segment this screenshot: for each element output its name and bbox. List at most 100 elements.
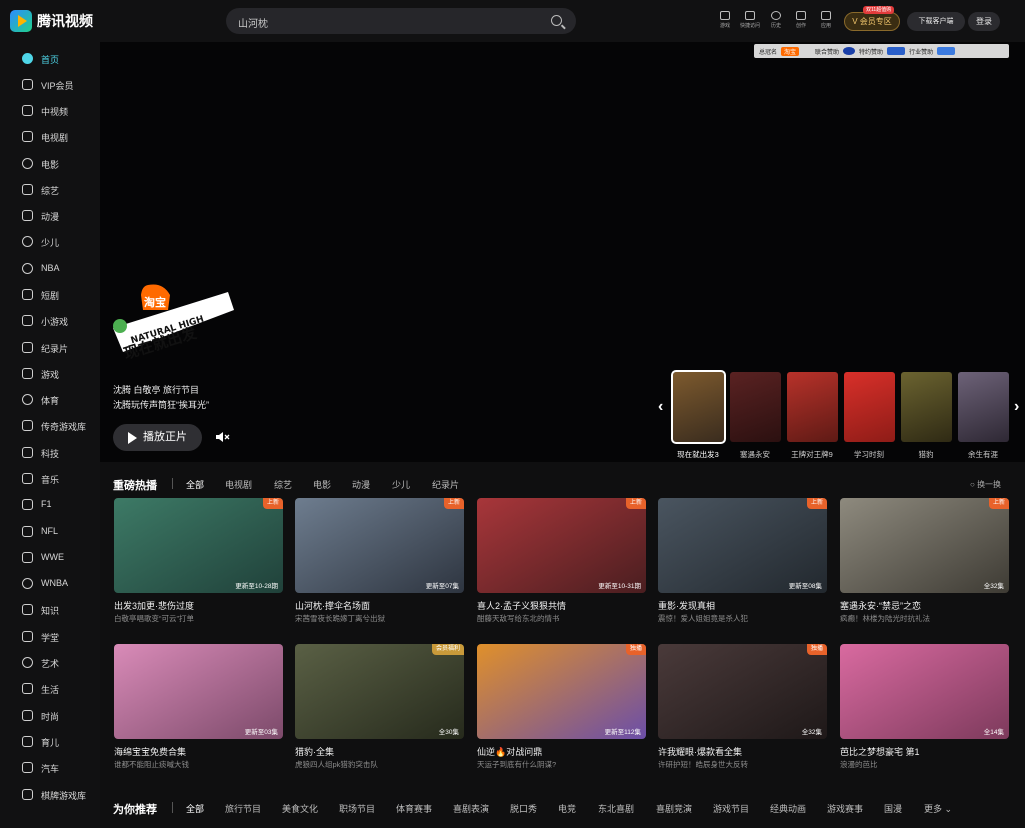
video-card-title[interactable]: 芭比之梦想豪宅 第1 xyxy=(840,745,920,758)
tab-more[interactable]: 更多 ⌄ xyxy=(924,802,952,815)
carousel-thumb[interactable] xyxy=(844,372,895,442)
sponsor-bar[interactable]: 总冠名 淘宝 联合赞助 特约赞助 行业赞助 xyxy=(754,44,1009,58)
tab-talk-show[interactable]: 脱口秀 xyxy=(510,802,537,815)
tab-chinese-anime[interactable]: 国漫 xyxy=(884,802,902,815)
video-card-title[interactable]: 海绵宝宝免费合集 xyxy=(114,745,186,758)
video-card-title[interactable]: 重影·发现真相 xyxy=(658,599,715,612)
sidebar-item-mid-video[interactable]: 中视频 xyxy=(0,100,100,122)
login-button[interactable]: 登录 xyxy=(968,12,1000,31)
video-card-title[interactable]: 许我耀眼·爆款看全集 xyxy=(658,745,742,758)
tab-tv[interactable]: 电视剧 xyxy=(225,478,252,491)
tab-esports[interactable]: 电竞 xyxy=(558,802,576,815)
sidebar-item-music[interactable]: 音乐 xyxy=(0,468,100,490)
video-card-thumbnail[interactable]: 全14集 xyxy=(840,644,1009,739)
mute-icon[interactable] xyxy=(215,431,231,443)
sidebar-item-auto[interactable]: 汽车 xyxy=(0,757,100,779)
video-card-thumbnail[interactable]: 上新 更新至10-31期 xyxy=(477,498,646,593)
sidebar-item-short-drama[interactable]: 短剧 xyxy=(0,284,100,306)
sidebar-item-variety[interactable]: 综艺 xyxy=(0,179,100,201)
tab-anime[interactable]: 动漫 xyxy=(352,478,370,491)
sidebar-item-legend-games[interactable]: 传奇游戏库 xyxy=(0,415,100,437)
video-card-title[interactable]: 山河枕·撑伞名场面 xyxy=(295,599,370,612)
sidebar-item-nba[interactable]: NBA xyxy=(0,258,100,280)
sidebar-item-f1[interactable]: F1 xyxy=(0,494,100,516)
sidebar-item-kids[interactable]: 少儿 xyxy=(0,231,100,253)
video-card-title[interactable]: 塞遇永安·“禁忌”之恋 xyxy=(840,599,921,612)
sidebar-item-vip[interactable]: VIP会员 xyxy=(0,74,100,96)
carousel-thumb[interactable] xyxy=(958,372,1009,442)
tab-kids[interactable]: 少儿 xyxy=(392,478,410,491)
sidebar-item-parenting[interactable]: 育儿 xyxy=(0,731,100,753)
tab-comedy[interactable]: 喜剧表演 xyxy=(453,802,489,815)
sidebar-item-tech[interactable]: 科技 xyxy=(0,442,100,464)
carousel-prev-icon[interactable]: ‹ xyxy=(658,398,663,416)
tool-history[interactable]: 历史 xyxy=(762,11,790,29)
video-card-subtitle: 白敬亭唱歌变“可云”打单 xyxy=(114,614,194,623)
sidebar-item-card-games[interactable]: 棋牌游戏库 xyxy=(0,784,100,806)
tab-game-events[interactable]: 游戏赛事 xyxy=(827,802,863,815)
tab-workplace[interactable]: 职场节目 xyxy=(339,802,375,815)
sidebar-item-nfl[interactable]: NFL xyxy=(0,521,100,543)
gamepad-icon xyxy=(22,315,33,326)
tab-documentary[interactable]: 纪录片 xyxy=(432,478,459,491)
brand-logo[interactable]: 腾讯视频 xyxy=(10,10,93,32)
sidebar-item-fashion[interactable]: 时尚 xyxy=(0,705,100,727)
video-card-thumbnail[interactable]: 独播 全32集 xyxy=(658,644,827,739)
sidebar-item-tv[interactable]: 电视剧 xyxy=(0,126,100,148)
sidebar-item-wwe[interactable]: WWE xyxy=(0,547,100,569)
video-card-thumbnail[interactable]: 上新 更新至08集 xyxy=(658,498,827,593)
tab-comedy-contest[interactable]: 喜剧竞演 xyxy=(656,802,692,815)
tab-travel[interactable]: 旅行节目 xyxy=(225,802,261,815)
sidebar-item-anime[interactable]: 动漫 xyxy=(0,205,100,227)
sidebar-item-knowledge[interactable]: 知识 xyxy=(0,599,100,621)
sidebar-item-games[interactable]: 游戏 xyxy=(0,363,100,385)
pepsi-logo-icon xyxy=(843,47,856,55)
carousel-thumb-title: 学习时刻 xyxy=(854,450,884,459)
tab-variety[interactable]: 综艺 xyxy=(274,478,292,491)
carousel-thumb[interactable] xyxy=(901,372,952,442)
tab-sports-events[interactable]: 体育赛事 xyxy=(396,802,432,815)
download-client-button[interactable]: 下载客户端 xyxy=(907,12,965,31)
search-input[interactable]: 山河枕 xyxy=(226,8,576,34)
video-card-thumbnail[interactable]: 更新至03集 xyxy=(114,644,283,739)
tab-game-shows[interactable]: 游戏节目 xyxy=(713,802,749,815)
video-card-thumbnail[interactable]: 上新 更新至10-28期 xyxy=(114,498,283,593)
play-button[interactable]: 播放正片 xyxy=(113,424,202,451)
sidebar-item-art[interactable]: 艺术 xyxy=(0,652,100,674)
video-card-subtitle: 疯癫！林楼为陆光时抗礼法 xyxy=(840,614,930,623)
tab-movie[interactable]: 电影 xyxy=(313,478,331,491)
video-card-title[interactable]: 猎豹·全集 xyxy=(295,745,334,758)
refresh-button[interactable]: ○ 换一换 xyxy=(970,479,1001,490)
tool-apps[interactable]: 应用 xyxy=(812,11,840,29)
sidebar-item-life[interactable]: 生活 xyxy=(0,678,100,700)
kids-icon xyxy=(22,236,33,247)
video-card-thumbnail[interactable]: 会员福利 全30集 xyxy=(295,644,464,739)
tab-northeast-comedy[interactable]: 东北喜剧 xyxy=(598,802,634,815)
video-card-title[interactable]: 喜人2·孟子义狠狠共情 xyxy=(477,599,566,612)
tab-all[interactable]: 全部 xyxy=(186,478,204,491)
sidebar-item-movie[interactable]: 电影 xyxy=(0,153,100,175)
sidebar-item-mini-game[interactable]: 小游戏 xyxy=(0,310,100,332)
carousel-next-icon[interactable]: › xyxy=(1014,398,1019,416)
sidebar-item-documentary[interactable]: 纪录片 xyxy=(0,337,100,359)
sidebar-item-home[interactable]: 首页 xyxy=(0,48,100,70)
video-card-thumbnail[interactable]: 独播 更新至112集 xyxy=(477,644,646,739)
video-card-thumbnail[interactable]: 上新 更新至07集 xyxy=(295,498,464,593)
carousel-thumb[interactable] xyxy=(671,370,726,444)
tool-create[interactable]: 创作 xyxy=(787,11,815,29)
tab-food[interactable]: 美食文化 xyxy=(282,802,318,815)
video-card-thumbnail[interactable]: 上新 全32集 xyxy=(840,498,1009,593)
tab-all[interactable]: 全部 xyxy=(186,802,204,815)
sidebar-item-sports[interactable]: 体育 xyxy=(0,389,100,411)
vip-zone-button[interactable]: V 会员专区 xyxy=(844,12,900,31)
carousel-thumb[interactable] xyxy=(730,372,781,442)
search-icon[interactable] xyxy=(551,15,562,26)
video-card-title[interactable]: 仙逆🔥对战问鼎 xyxy=(477,745,542,758)
video-card-title[interactable]: 出发3加更·悲伤过度 xyxy=(114,599,194,612)
carousel-thumb[interactable] xyxy=(787,372,838,442)
tab-classic-anime[interactable]: 经典动画 xyxy=(770,802,806,815)
tool-game[interactable]: 游戏 xyxy=(711,11,739,29)
sidebar-item-wnba[interactable]: WNBA xyxy=(0,573,100,595)
tool-quick-access[interactable]: 快捷访问 xyxy=(736,11,764,29)
sidebar-item-school[interactable]: 学堂 xyxy=(0,626,100,648)
